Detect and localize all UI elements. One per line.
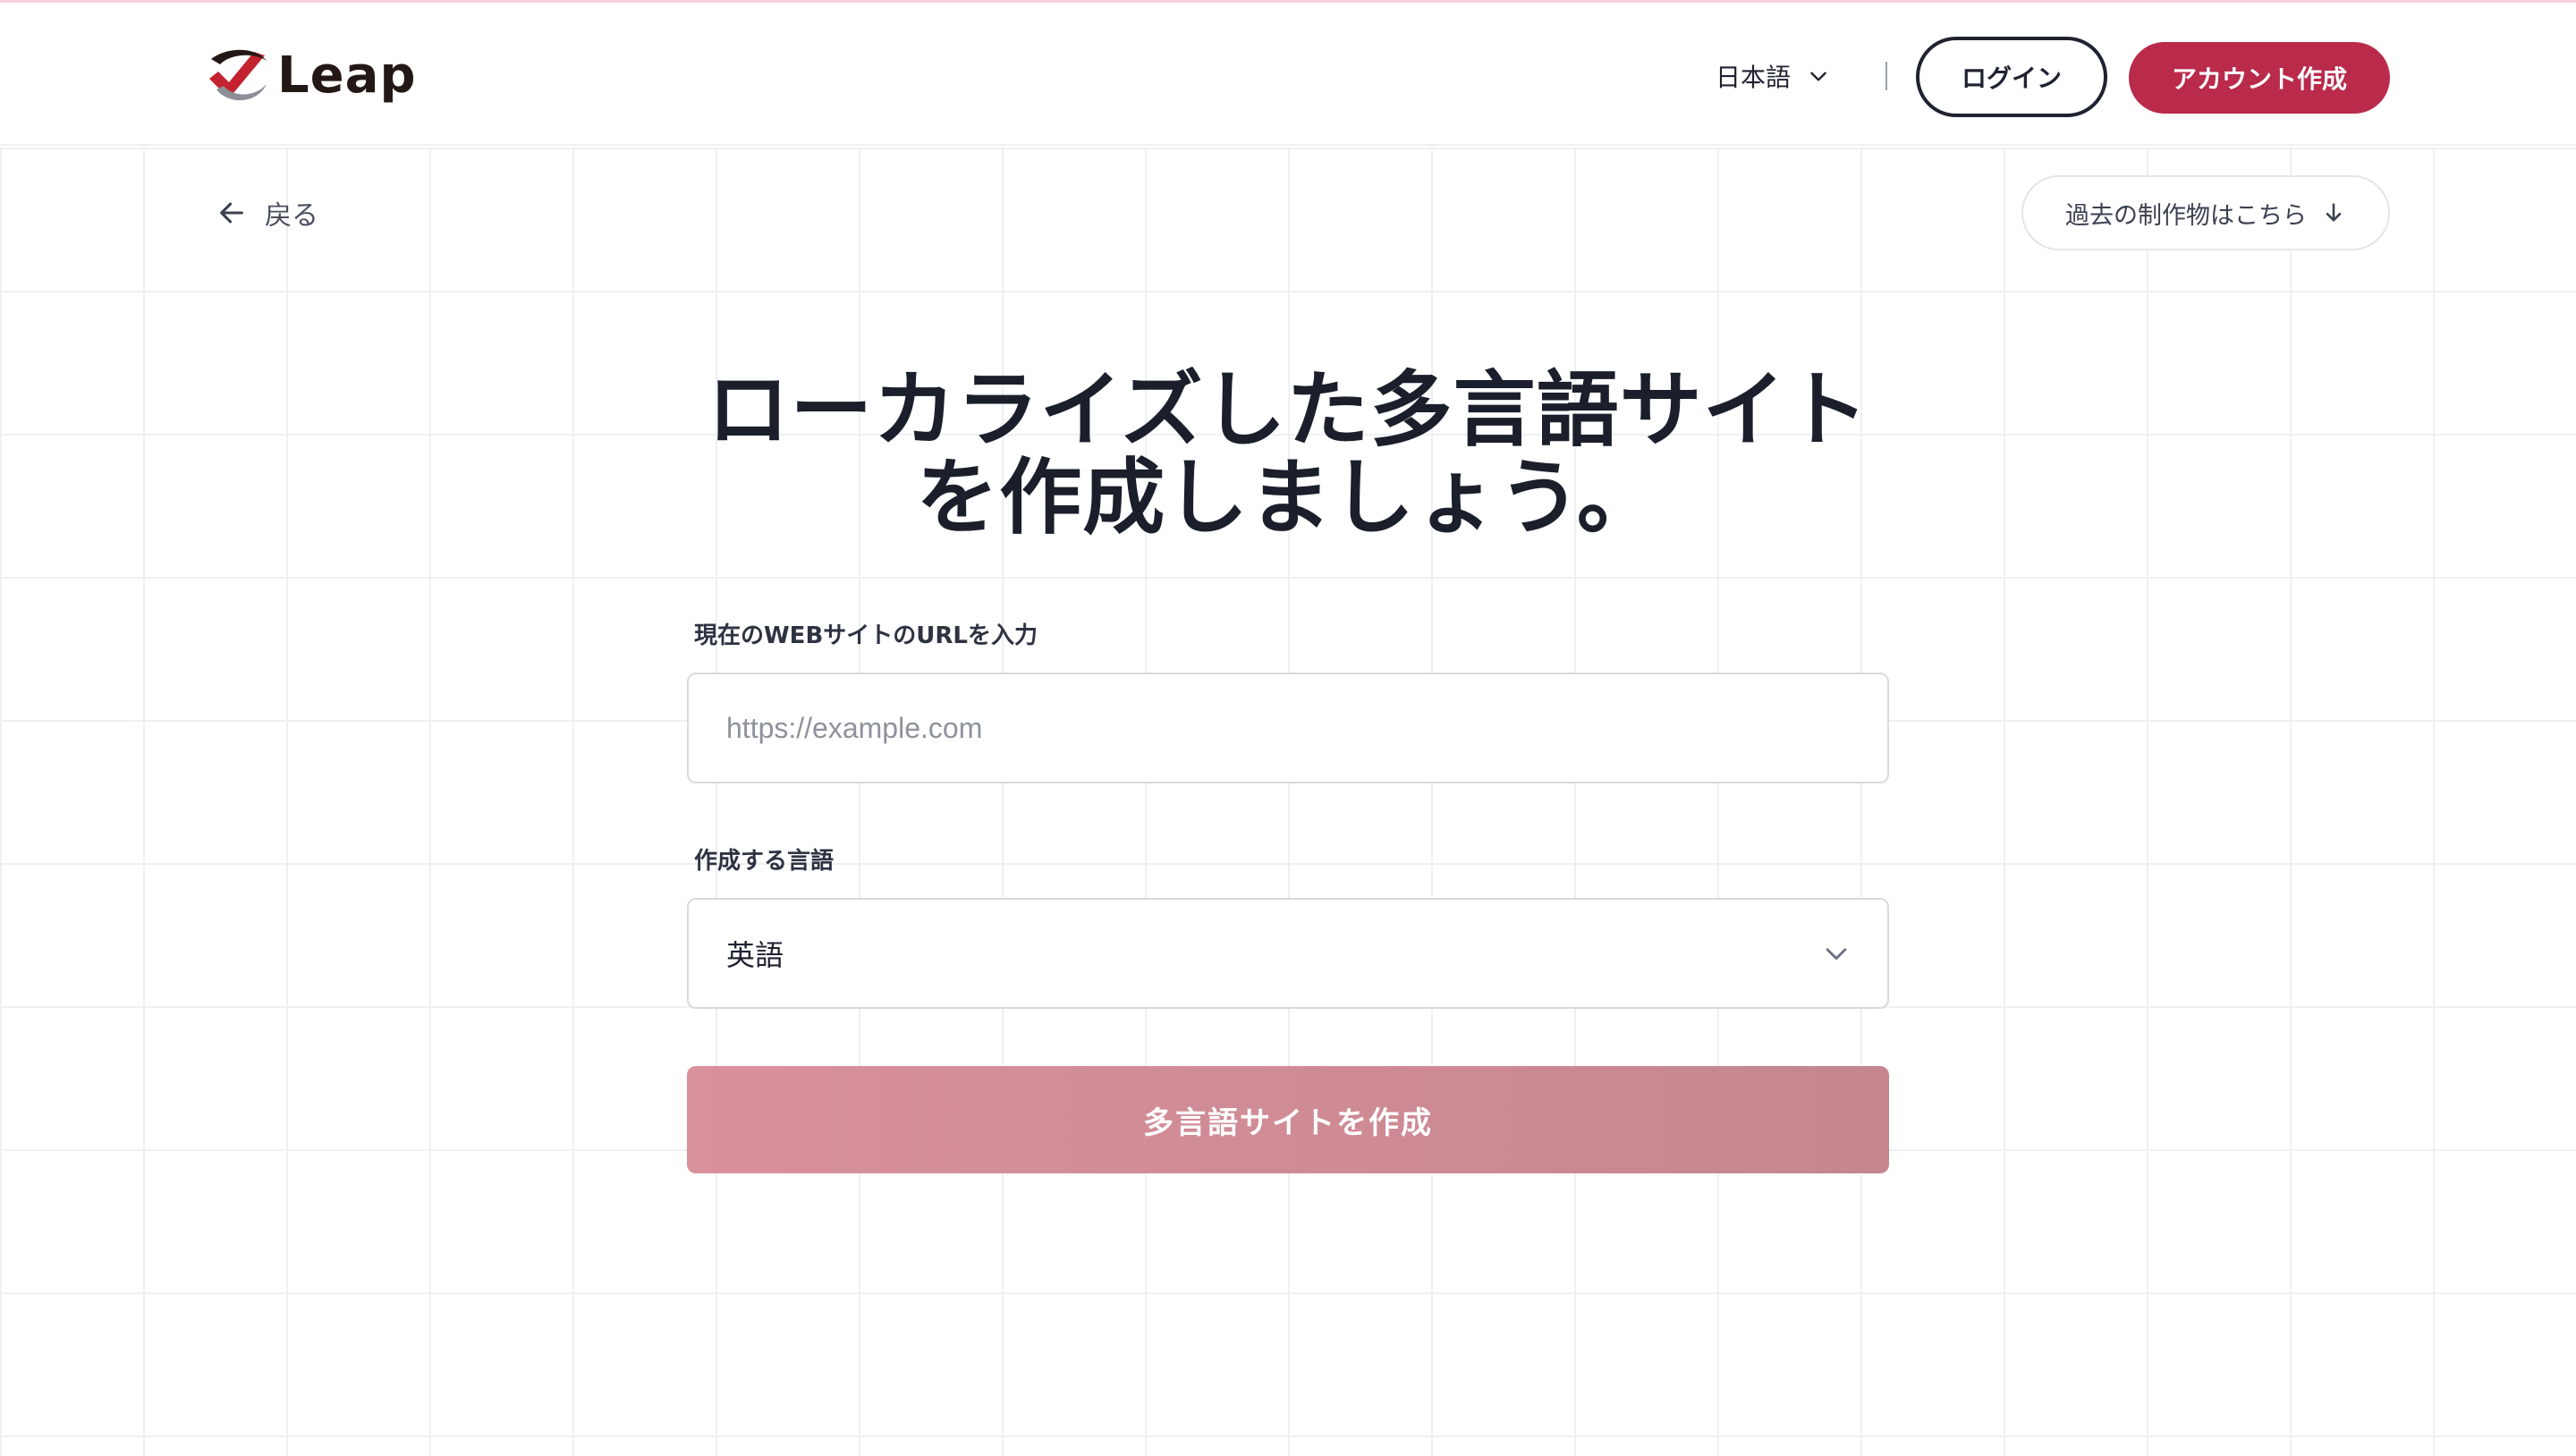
header-divider xyxy=(1885,62,1887,90)
site-header: Leap 日本語 ログイン アカウント作成 xyxy=(0,3,2576,146)
url-input[interactable] xyxy=(689,674,1887,782)
logo[interactable]: Leap xyxy=(202,40,417,110)
create-multilingual-site-button[interactable]: 多言語サイトを作成 xyxy=(687,1066,1889,1173)
login-button[interactable]: ログイン xyxy=(1916,37,2107,117)
language-label: 日本語 xyxy=(1716,63,1792,92)
url-field-label: 現在のWEBサイトのURLを入力 xyxy=(694,622,1038,649)
language-field-label: 作成する言語 xyxy=(694,848,835,875)
language-selector[interactable]: 日本語 xyxy=(1716,53,1830,99)
leap-logo-icon xyxy=(209,49,267,101)
language-select[interactable]: 英語 xyxy=(687,898,1889,1009)
chevron-down-icon xyxy=(1826,948,1847,961)
page-title-line2: を作成しましょう。 xyxy=(916,450,1660,546)
back-label: 戻る xyxy=(265,200,318,232)
grid-background xyxy=(0,148,2576,1456)
url-input-container xyxy=(687,673,1889,783)
past-works-button[interactable]: 過去の制作物はこちら xyxy=(2021,175,2390,250)
arrow-left-icon xyxy=(220,202,243,224)
chevron-down-icon xyxy=(1810,72,1826,81)
language-select-value: 英語 xyxy=(726,938,784,972)
create-account-button[interactable]: アカウント作成 xyxy=(2129,42,2390,114)
back-link[interactable]: 戻る xyxy=(216,193,318,233)
logo-text: Leap xyxy=(277,46,417,105)
past-works-label: 過去の制作物はこちら xyxy=(2065,201,2307,230)
arrow-down-icon xyxy=(2326,203,2342,222)
page-title: ローカライズした多言語サイト を作成しましょう。 xyxy=(572,367,2004,542)
page-title-line1: ローカライズした多言語サイト xyxy=(707,362,1869,458)
